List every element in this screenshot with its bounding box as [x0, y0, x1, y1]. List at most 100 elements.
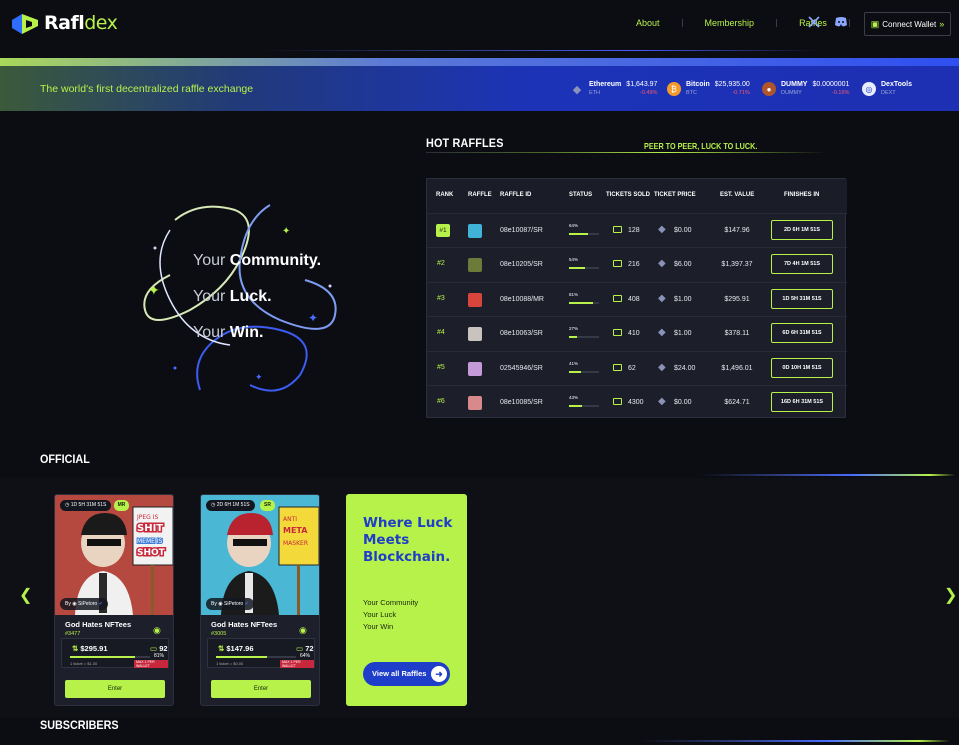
coin-change: -0.49% — [640, 90, 658, 96]
ticket-price: $6.00 — [674, 261, 692, 269]
raffle-card[interactable]: ANTI META MASKER ◷ 2D 6H 1M 51S SR By ◉ … — [200, 494, 320, 706]
eye-icon[interactable]: ◉ — [299, 625, 307, 636]
countdown-timer: ◷ 1D 5H 31M 51S — [60, 500, 112, 511]
official-divider — [700, 474, 955, 476]
raffle-card[interactable]: JPEG IS SHIT MEME IS SHOT ◷ 1D 5H 31M 51… — [54, 494, 174, 706]
eye-icon[interactable]: ◉ — [153, 625, 161, 636]
carousel-next-icon[interactable]: ❯ — [944, 585, 957, 605]
ethereum-icon: ◆ — [658, 258, 666, 270]
raffle-value: ⇅ $295.91 — [72, 644, 108, 653]
table-row[interactable]: #4 08e10063/SR 27% 410 ◆ $1.00 $378.11 6… — [427, 316, 847, 350]
sign-text: SHIT — [137, 523, 163, 534]
raffle-id[interactable]: 08e10205/SR — [500, 261, 543, 268]
hero-line-community: Your Community. — [193, 252, 322, 269]
est-value: $378.11 — [724, 330, 750, 338]
ticket-price-note: 1 ticket = $1.00 — [70, 661, 98, 666]
dummy-coin-icon: ● — [762, 82, 776, 96]
tickets-sold: 62 — [628, 364, 636, 372]
sign-text: MASKER — [283, 540, 308, 547]
raffle-id[interactable]: 08e10063/SR — [500, 330, 543, 337]
table-row[interactable]: #1 08e10087/SR 64% 128 ◆ $0.00 $147.96 2… — [427, 213, 847, 247]
nav-membership[interactable]: Membership — [705, 18, 755, 28]
raffle-value: ⇅ $147.96 — [218, 644, 254, 653]
column-header: EST. VALUE — [720, 192, 755, 198]
raffle-id[interactable]: 08e10087/SR — [500, 227, 543, 234]
raffle-thumbnail — [468, 292, 482, 307]
column-header: FINISHES IN — [784, 192, 820, 198]
hot-raffles-title: HOT RAFFLES — [426, 136, 504, 150]
rank: #4 — [437, 329, 445, 337]
column-header: STATUS — [569, 192, 593, 198]
nft-id: #3477 — [65, 631, 81, 637]
table-row[interactable]: #5 02545946/SR 41% 62 ◆ $24.00 $1,496.01… — [427, 350, 847, 385]
coin-eth: ◆ Ethereum ETH $1,643.97 -0.49% — [570, 78, 658, 100]
sign-text: JPEG IS — [136, 514, 159, 521]
x-twitter-icon[interactable] — [807, 16, 821, 30]
enter-button[interactable]: Enter — [211, 680, 311, 698]
coin-name: Bitcoin — [686, 81, 710, 88]
rank: #3 — [437, 294, 445, 302]
table-row[interactable]: #3 08e10088/MR 81% 408 ◆ $1.00 $295.91 1… — [427, 281, 847, 316]
carousel-prev-icon[interactable]: ❮ — [19, 585, 32, 605]
ticket-count: ▭ 92 — [150, 644, 168, 653]
status-percent: 64% — [569, 223, 579, 228]
raffle-id[interactable]: 08e10088/MR — [500, 296, 544, 303]
ticket-icon — [613, 260, 622, 268]
coin-dext: ◎ DexTools DEXT — [862, 78, 912, 100]
ticket-price: $0.00 — [674, 399, 692, 406]
hero-line-luck: Your Luck. — [193, 288, 272, 305]
view-all-raffles-button[interactable]: View all Raffles ➜ — [363, 662, 450, 686]
ticket-price: $1.00 — [674, 330, 692, 338]
table-row[interactable]: #2 08e10205/SR 54% 216 ◆ $6.00 $1,397.37… — [427, 247, 847, 281]
ticket-count: ▭ 72 — [296, 644, 314, 653]
nft-artwork: ANTI META MASKER — [201, 495, 319, 615]
bitcoin-icon: ₿ — [667, 82, 681, 96]
coin-symbol: ETH — [589, 90, 600, 96]
nav-divider — [776, 19, 778, 27]
view-all-raffles-label: View all Raffles — [372, 669, 427, 678]
status-bar — [569, 405, 599, 407]
raffle-id[interactable]: 02545946/SR — [500, 365, 543, 372]
status-percent: 27% — [569, 326, 579, 332]
table-header: RANK RAFFLE RAFFLE ID STATUS TICKETS SOL… — [427, 179, 847, 213]
coin-name: DUMMY — [781, 81, 808, 88]
nft-title: God Hates NFTees — [211, 620, 278, 629]
coin-price: $25,935.00 — [714, 81, 750, 88]
ticket-price: $1.00 — [674, 295, 692, 303]
discord-icon[interactable] — [833, 16, 849, 30]
creator-byline[interactable]: By ◉ SiPetoro ✔ — [60, 598, 108, 610]
est-value: $624.71 — [724, 399, 750, 406]
raffle-thumbnail — [468, 327, 482, 342]
status-percent: 43% — [569, 395, 579, 400]
ticket-icon — [613, 398, 622, 405]
est-value: $295.91 — [724, 295, 750, 303]
tickets-sold: 408 — [628, 295, 640, 303]
raffle-stats: ⇅ $147.96 ▭ 72 64% 1 ticket = $0.00 MAX … — [207, 638, 315, 668]
column-header: RAFFLE — [468, 192, 492, 198]
coin-dummy: ● DUMMY DUMMY $0.0000001 -0.16% — [762, 78, 849, 100]
column-header: TICKET PRICE — [654, 192, 696, 198]
promo-card: Where Luck Meets Blockchain. Your Commun… — [346, 494, 467, 706]
countdown-timer: ◷ 2D 6H 1M 51S — [206, 500, 255, 511]
table-row[interactable]: #6 08e10085/SR 43% 4300 ◆ $0.00 $624.71 … — [427, 385, 847, 419]
nav-divider — [681, 19, 683, 27]
raffle-type-badge: SR — [260, 500, 275, 511]
max-per-wallet-badge: MAX 1 PER WALLET — [134, 660, 168, 668]
ticket-price: $0.00 — [674, 227, 692, 234]
raffle-id[interactable]: 08e10085/SR — [500, 399, 543, 406]
coin-name: DexTools — [881, 81, 912, 88]
raffle-thumbnail — [468, 258, 482, 273]
creator-byline[interactable]: By ◉ SiPetoro ✔ — [206, 598, 254, 610]
status-percent: 81% — [569, 291, 579, 297]
progress-percent: 64% — [300, 653, 311, 659]
logo[interactable]: Rafldex — [12, 12, 118, 34]
ethereum-icon: ◆ — [658, 292, 666, 304]
ethereum-icon: ◆ — [572, 83, 582, 96]
hot-raffles-slogan: PEER TO PEER, LUCK TO LUCK. — [644, 141, 758, 151]
nav-about[interactable]: About — [636, 18, 660, 28]
coin-change: -0.71% — [732, 90, 750, 96]
enter-button[interactable]: Enter — [65, 680, 165, 698]
brand-name: Rafldex — [44, 12, 118, 34]
ethereum-icon: ◆ — [658, 396, 666, 407]
connect-wallet-button[interactable]: ▣ Connect Wallet » — [864, 12, 951, 36]
